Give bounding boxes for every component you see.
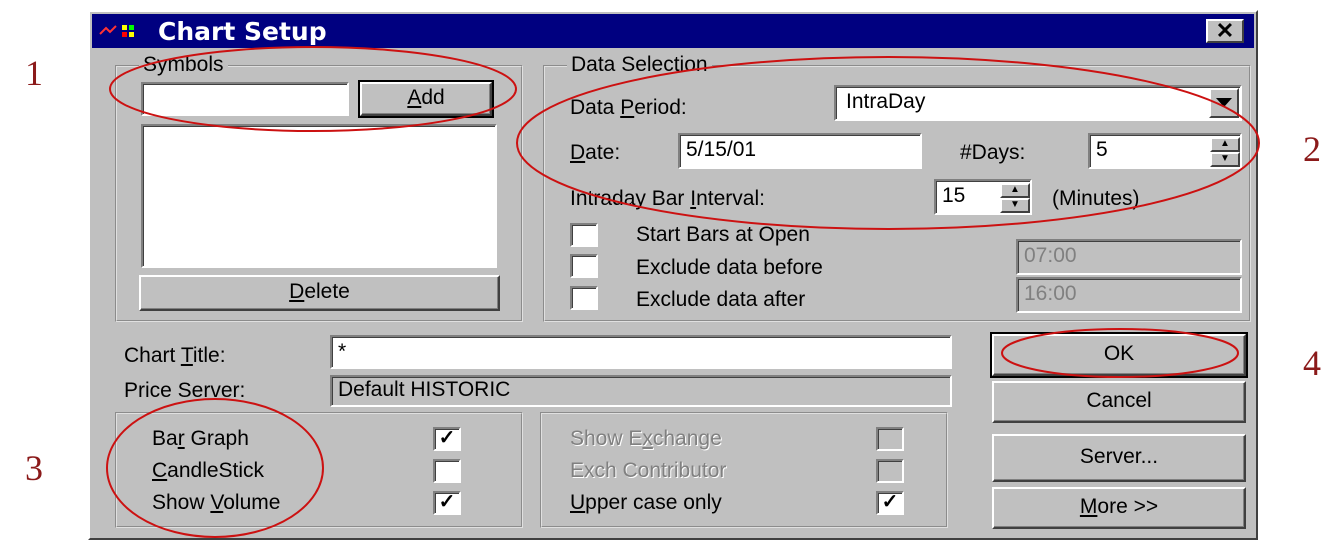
date-input[interactable]: 5/15/01 <box>678 133 922 169</box>
annotation-3: 3 <box>25 448 43 488</box>
upper-case-checkbox[interactable]: ✓ <box>876 491 904 515</box>
annotation-2: 2 <box>1303 129 1321 169</box>
exch-contributor-checkbox[interactable] <box>876 459 904 483</box>
chart-title-input[interactable]: * <box>330 335 952 369</box>
bar-graph-label: Bar Graph <box>152 427 249 450</box>
start-bars-label: Start Bars at Open <box>636 223 810 246</box>
chevron-down-icon[interactable] <box>1209 88 1239 118</box>
price-server-field: Default HISTORIC <box>330 375 952 407</box>
start-bars-checkbox[interactable] <box>570 223 598 247</box>
ok-button[interactable]: OK <box>990 332 1248 378</box>
exch-contributor-label: Exch Contributor <box>570 459 727 482</box>
spin-up-icon[interactable]: ▲ <box>1210 137 1240 152</box>
bar-graph-checkbox[interactable]: ✓ <box>433 427 461 451</box>
symbols-legend: Symbols <box>139 53 228 77</box>
interval-spinner[interactable]: ▲ ▼ <box>1000 183 1030 213</box>
interval-label: Intraday Bar Interval: <box>570 187 765 210</box>
data-period-label: Data Period: <box>570 96 687 119</box>
days-label: #Days: <box>960 141 1026 164</box>
add-button[interactable]: Add <box>358 80 494 118</box>
delete-button[interactable]: Delete <box>139 275 500 311</box>
exclude-after-label: Exclude data after <box>636 288 806 311</box>
show-volume-checkbox[interactable]: ✓ <box>433 491 461 515</box>
spin-up-icon[interactable]: ▲ <box>1000 183 1030 198</box>
exclude-before-label: Exclude data before <box>636 256 823 279</box>
annotation-4: 4 <box>1303 343 1321 383</box>
exclude-after-time[interactable]: 16:00 <box>1016 277 1242 313</box>
spin-down-icon[interactable]: ▼ <box>1000 198 1030 213</box>
close-icon[interactable]: ✕ <box>1206 19 1244 43</box>
annotation-1: 1 <box>25 53 43 93</box>
chart-setup-dialog: Chart Setup ✕ Symbols Add Delete Data Se… <box>88 10 1258 540</box>
symbols-list[interactable] <box>141 124 497 268</box>
show-exchange-checkbox[interactable] <box>876 427 904 451</box>
exclude-before-time[interactable]: 07:00 <box>1016 239 1242 275</box>
chart-title-label: Chart Title: <box>124 344 226 367</box>
spin-down-icon[interactable]: ▼ <box>1210 152 1240 167</box>
data-selection-legend: Data Selection <box>567 53 712 77</box>
data-period-select[interactable]: IntraDay <box>834 85 1242 121</box>
symbol-input[interactable] <box>141 82 349 116</box>
candlestick-checkbox[interactable] <box>433 459 461 483</box>
exclude-after-checkbox[interactable] <box>570 286 598 310</box>
server-button[interactable]: Server... <box>992 434 1246 482</box>
cancel-button[interactable]: Cancel <box>992 381 1246 423</box>
app-icon <box>99 25 134 37</box>
upper-case-label: Upper case only <box>570 491 722 514</box>
window-title: Chart Setup <box>158 17 327 46</box>
data-period-value: IntraDay <box>846 90 926 113</box>
exclude-before-checkbox[interactable] <box>570 254 598 278</box>
more-button[interactable]: More >> <box>992 487 1246 529</box>
days-spinner[interactable]: ▲ ▼ <box>1210 137 1240 167</box>
candlestick-label: CandleStick <box>152 459 265 482</box>
date-label: Date: <box>570 141 621 164</box>
show-exchange-label: Show Exchange <box>570 427 722 450</box>
price-server-label: Price Server: <box>124 379 246 402</box>
show-volume-label: Show Volume <box>152 491 281 514</box>
title-bar[interactable]: Chart Setup ✕ <box>92 14 1254 48</box>
interval-unit: (Minutes) <box>1052 187 1140 210</box>
